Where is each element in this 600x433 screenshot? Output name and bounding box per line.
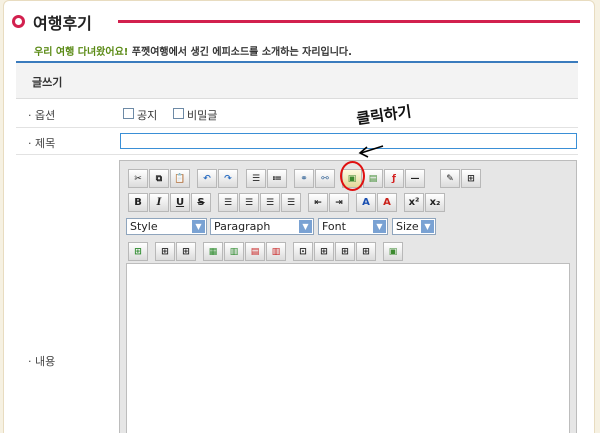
subject-label: · 제목	[28, 137, 56, 150]
paragraph-select-value: Paragraph	[214, 220, 271, 233]
options-row: · 옵션 공지 비밀글	[16, 99, 578, 128]
underline-button[interactable]: U	[170, 193, 190, 212]
italic-button[interactable]: I	[149, 193, 169, 212]
superscript-button[interactable]: x²	[404, 193, 424, 212]
secret-label: 비밀글	[187, 109, 218, 122]
style-select-value: Style	[130, 220, 158, 233]
subscript-button[interactable]: x₂	[425, 193, 445, 212]
font-select-value: Font	[322, 220, 346, 233]
link-icon[interactable]: ⚭	[294, 169, 314, 188]
highlight-ring	[340, 161, 365, 191]
align-left-icon[interactable]: ☰	[218, 193, 238, 212]
bg-color-icon[interactable]: A	[377, 193, 397, 212]
paste-icon[interactable]: 📋	[170, 169, 190, 188]
options-label: · 옵션	[28, 109, 56, 122]
copy-icon[interactable]: ⧉	[149, 169, 169, 188]
editor-content-area[interactable]	[126, 263, 570, 433]
outdent-icon[interactable]: ⇤	[308, 193, 328, 212]
section-title: 글쓰기	[32, 76, 63, 89]
redo-icon[interactable]: ↷	[218, 169, 238, 188]
table-insert-icon[interactable]: ⊞	[128, 242, 148, 261]
insert-col-after-icon[interactable]: ⊞	[176, 242, 196, 261]
row-props-icon[interactable]: ⊞	[356, 242, 376, 261]
insert-col-before-icon[interactable]: ⊞	[155, 242, 175, 261]
flash-icon[interactable]: ƒ	[384, 169, 404, 188]
page-subtitle: 우리 여행 다녀왔어요! 푸껫여행에서 생긴 에피소드를 소개하는 자리입니다.	[34, 43, 352, 58]
align-center-icon[interactable]: ☰	[239, 193, 259, 212]
font-select[interactable]: Font ▼	[318, 218, 388, 235]
callout-arrow-icon	[358, 145, 384, 158]
table-props-icon[interactable]: ⊞	[461, 169, 481, 188]
delete-col-icon[interactable]: ▥	[224, 242, 244, 261]
notice-checkbox[interactable]	[123, 108, 134, 119]
bold-button[interactable]: B	[128, 193, 148, 212]
subtitle-highlight: 우리 여행 다녀왔어요!	[34, 47, 129, 58]
toolbar-row-2: B I U S ☰ ☰ ☰ ☰ ⇤ ⇥ A A x² x₂	[128, 193, 568, 212]
edit-icon[interactable]: ✎	[440, 169, 460, 188]
subtitle-text: 푸껫여행에서 생긴 에피소드를 소개하는 자리입니다.	[128, 47, 352, 58]
unlink-icon[interactable]: ⚯	[315, 169, 335, 188]
title-bullet-icon	[12, 15, 25, 28]
title-divider	[118, 20, 580, 23]
horizontal-rule-icon[interactable]: —	[405, 169, 425, 188]
bulleted-list-icon[interactable]: ≔	[267, 169, 287, 188]
numbered-list-icon[interactable]: ☰	[246, 169, 266, 188]
chevron-down-icon: ▼	[192, 220, 205, 233]
content-label: · 내용	[28, 355, 56, 368]
style-select[interactable]: Style ▼	[126, 218, 207, 235]
undo-icon[interactable]: ↶	[197, 169, 217, 188]
chevron-down-icon: ▼	[373, 220, 386, 233]
secret-checkbox[interactable]	[173, 108, 184, 119]
text-color-icon[interactable]: A	[356, 193, 376, 212]
merge-cells-icon[interactable]: ⊡	[293, 242, 313, 261]
section-header: 글쓰기	[16, 61, 578, 99]
chevron-down-icon: ▼	[421, 220, 434, 233]
chevron-down-icon: ▼	[299, 220, 312, 233]
toolbar-row-4: ⊞ ⊞ ⊞ ▦ ▥ ▤ ▥ ⊡ ⊞ ⊞ ⊞ ▣	[128, 242, 568, 261]
page-title: 여행후기	[33, 14, 92, 33]
size-select[interactable]: Size ▼	[392, 218, 436, 235]
cell-props-icon[interactable]: ⊞	[335, 242, 355, 261]
delete-col-2-icon[interactable]: ▥	[266, 242, 286, 261]
toolbar-row-3: Style ▼ Paragraph ▼ Font ▼ Size ▼	[126, 218, 566, 237]
rich-text-editor: ✂ ⧉ 📋 ↶ ↷ ☰ ≔ ⚭ ⚯ ▣ ▤ ƒ — ✎ ⊞ B I U S ☰ …	[119, 160, 577, 433]
indent-icon[interactable]: ⇥	[329, 193, 349, 212]
image-2-icon[interactable]: ▣	[383, 242, 403, 261]
paragraph-select[interactable]: Paragraph ▼	[210, 218, 314, 235]
delete-row-icon[interactable]: ▤	[245, 242, 265, 261]
size-select-value: Size	[396, 220, 419, 233]
insert-row-icon[interactable]: ▦	[203, 242, 223, 261]
cut-icon[interactable]: ✂	[128, 169, 148, 188]
align-justify-icon[interactable]: ☰	[281, 193, 301, 212]
strikethrough-button[interactable]: S	[191, 193, 211, 212]
notice-label: 공지	[137, 109, 158, 122]
flash-upload-icon[interactable]: ▤	[363, 169, 383, 188]
align-right-icon[interactable]: ☰	[260, 193, 280, 212]
split-cells-icon[interactable]: ⊞	[314, 242, 334, 261]
